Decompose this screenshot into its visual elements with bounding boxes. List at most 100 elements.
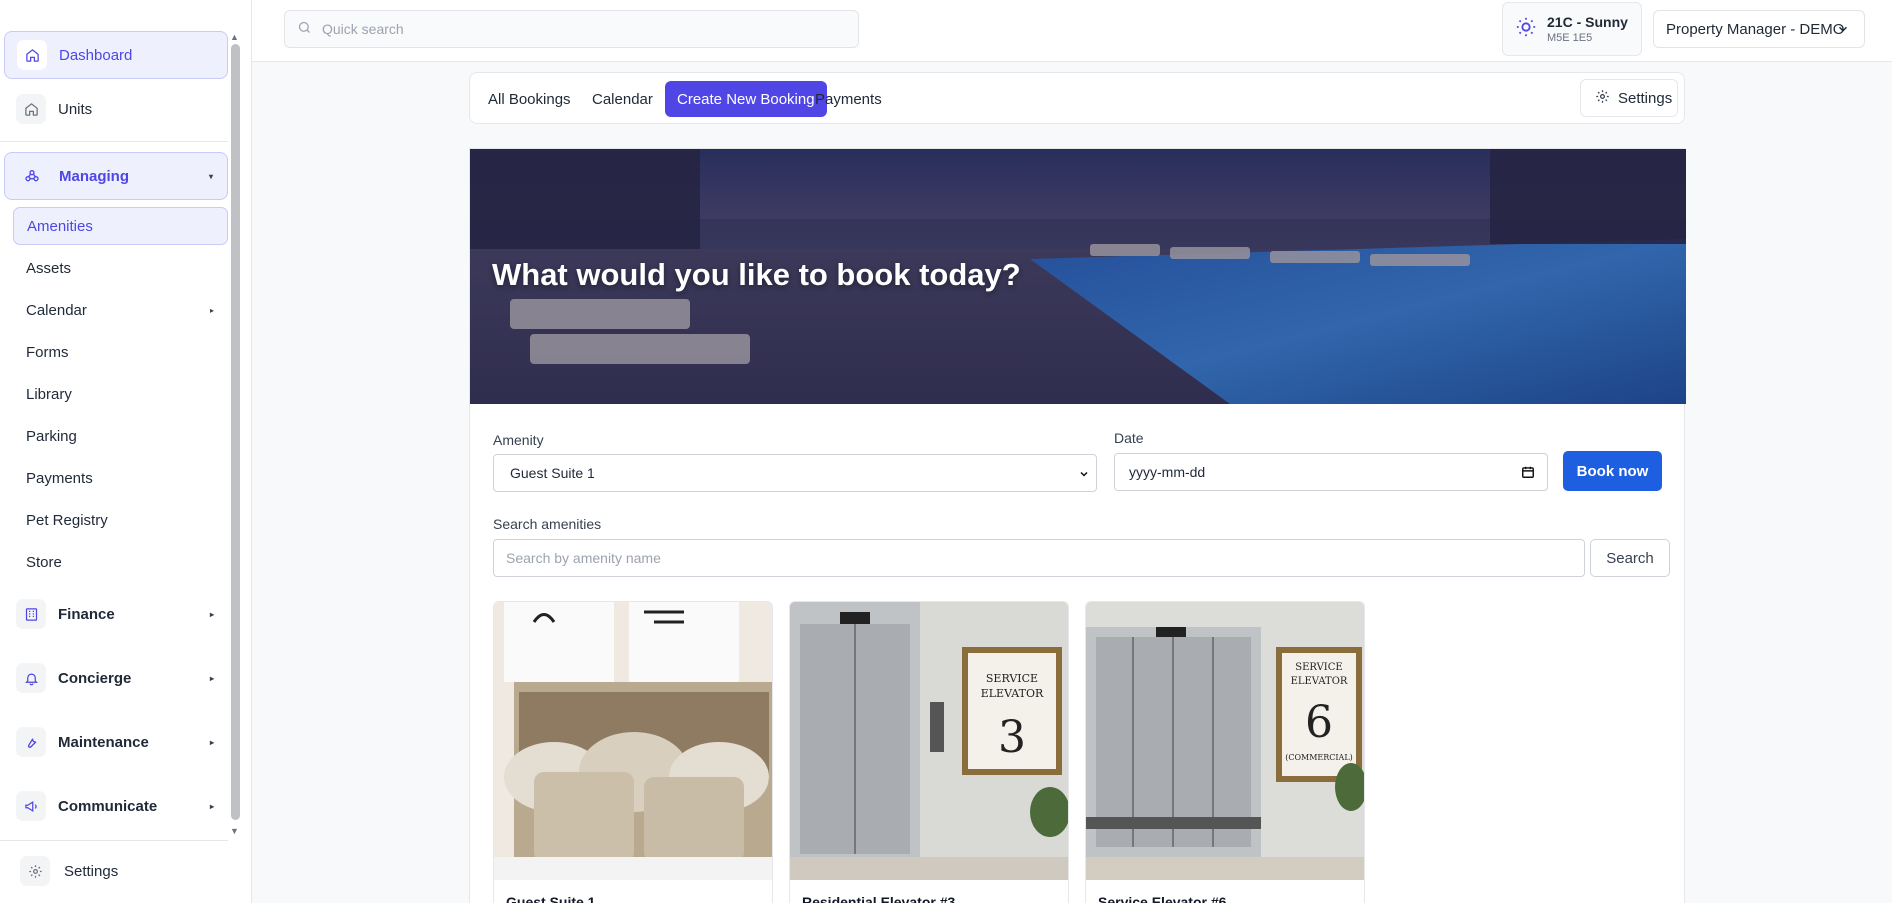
sidebar-item-label: Concierge bbox=[58, 669, 132, 687]
amenity-search-input[interactable]: Search by amenity name bbox=[493, 539, 1585, 577]
amenity-search-button[interactable]: Search bbox=[1590, 539, 1670, 577]
sidebar-subitem-forms[interactable]: Forms bbox=[13, 333, 228, 371]
amenity-card-name: Residential Elevator #3 bbox=[802, 894, 956, 903]
elevator-3-image: SERVICE ELEVATOR 3 bbox=[790, 602, 1068, 880]
sun-icon bbox=[1515, 16, 1537, 42]
sidebar-subitem-store[interactable]: Store bbox=[13, 543, 228, 581]
create-booking-card: What would you like to book today? Ameni… bbox=[469, 148, 1686, 903]
calendar-icon[interactable] bbox=[1521, 465, 1535, 482]
sidebar-item-label: Units bbox=[58, 100, 93, 118]
svg-text:ELEVATOR: ELEVATOR bbox=[981, 687, 1044, 700]
scroll-up-icon[interactable]: ▲ bbox=[230, 32, 239, 42]
sidebar-item-label: Dashboard bbox=[59, 46, 133, 64]
caret-right-icon: ▸ bbox=[209, 609, 214, 619]
gear-icon bbox=[1595, 89, 1610, 108]
sidebar-item-managing[interactable]: Managing ▾ bbox=[4, 152, 228, 200]
home-icon bbox=[17, 40, 47, 70]
amenity-label: Amenity bbox=[493, 432, 544, 448]
sidebar-divider bbox=[0, 840, 228, 841]
sidebar-subitem-label: Calendar bbox=[26, 301, 87, 319]
sidebar-subitem-amenities[interactable]: Amenities bbox=[13, 207, 228, 245]
caret-down-icon: ▾ bbox=[208, 171, 213, 181]
svg-text:SERVICE: SERVICE bbox=[986, 672, 1038, 685]
sidebar-subitem-label: Payments bbox=[26, 469, 93, 487]
svg-text:3: 3 bbox=[998, 712, 1026, 763]
book-now-button[interactable]: Book now bbox=[1563, 451, 1662, 491]
date-input-placeholder: yyyy-mm-dd bbox=[1129, 464, 1206, 480]
gear-icon bbox=[20, 856, 50, 886]
amenity-card[interactable]: SERVICE ELEVATOR 3 Residential Elevator … bbox=[789, 601, 1069, 903]
sidebar-subitem-parking[interactable]: Parking bbox=[13, 417, 228, 455]
sidebar-item-label: Maintenance bbox=[58, 733, 149, 751]
guest-suite-image bbox=[494, 602, 772, 880]
svg-text:6: 6 bbox=[1305, 697, 1333, 748]
sidebar-subitem-pet-registry[interactable]: Pet Registry bbox=[13, 501, 228, 539]
sidebar-item-units[interactable]: Units bbox=[4, 85, 228, 133]
caret-right-icon: ▸ bbox=[209, 673, 214, 683]
amenity-card-name: Service Elevator #6 bbox=[1098, 894, 1227, 903]
sidebar-nav: Dashboard Units Managing ▾ Amenities Ass… bbox=[0, 0, 240, 838]
weather-widget: 21C - Sunny M5E 1E5 bbox=[1502, 2, 1642, 56]
sidebar-subitem-label: Store bbox=[26, 553, 62, 571]
sidebar-item-dashboard[interactable]: Dashboard bbox=[4, 31, 228, 79]
booking-settings-label: Settings bbox=[1618, 89, 1673, 107]
sidebar-subitem-label: Library bbox=[26, 385, 72, 403]
wrench-icon bbox=[16, 727, 46, 757]
caret-right-icon: ▸ bbox=[209, 801, 214, 811]
amenity-select-value: Guest Suite 1 bbox=[510, 465, 595, 481]
sidebar-scrollbar[interactable] bbox=[231, 44, 240, 820]
sidebar-item-label: Finance bbox=[58, 605, 115, 623]
elevator-6-image: SERVICE ELEVATOR 6 (COMMERCIAL) bbox=[1086, 602, 1364, 880]
sidebar-subitem-payments[interactable]: Payments bbox=[13, 459, 228, 497]
sidebar-subitem-label: Pet Registry bbox=[26, 511, 108, 529]
svg-text:ELEVATOR: ELEVATOR bbox=[1291, 676, 1348, 687]
bell-icon bbox=[16, 663, 46, 693]
user-menu-label: Property Manager - DEMO bbox=[1666, 20, 1845, 38]
sidebar-item-label: Managing bbox=[59, 167, 129, 185]
sidebar-item-concierge[interactable]: Concierge ▸ bbox=[4, 654, 228, 702]
sidebar-subitem-library[interactable]: Library bbox=[13, 375, 228, 413]
sidebar-item-communicate[interactable]: Communicate ▸ bbox=[4, 782, 228, 830]
megaphone-icon bbox=[16, 791, 46, 821]
tab-all-bookings[interactable]: All Bookings bbox=[476, 81, 583, 117]
amenity-card[interactable]: SERVICE ELEVATOR 6 (COMMERCIAL) Service … bbox=[1085, 601, 1365, 903]
sidebar-subitem-assets[interactable]: Assets bbox=[13, 249, 228, 287]
sidebar-settings[interactable]: Settings bbox=[20, 856, 118, 886]
network-icon bbox=[17, 161, 47, 191]
scroll-down-icon[interactable]: ▼ bbox=[230, 826, 239, 836]
date-input[interactable]: yyyy-mm-dd bbox=[1114, 453, 1548, 491]
amenity-select[interactable]: Guest Suite 1 bbox=[493, 454, 1097, 492]
sidebar-item-maintenance[interactable]: Maintenance ▸ bbox=[4, 718, 228, 766]
user-menu-dropdown[interactable]: Property Manager - DEMO bbox=[1653, 10, 1865, 48]
amenity-card[interactable]: Guest Suite 1 bbox=[493, 601, 773, 903]
hero-banner: What would you like to book today? bbox=[470, 149, 1686, 404]
date-label: Date bbox=[1114, 430, 1144, 446]
weather-postal-code: M5E 1E5 bbox=[1547, 32, 1593, 44]
hero-title: What would you like to book today? bbox=[492, 257, 1021, 292]
svg-text:SERVICE: SERVICE bbox=[1295, 662, 1342, 673]
booking-settings-button[interactable]: Settings bbox=[1580, 79, 1678, 117]
chevron-down-icon bbox=[1836, 22, 1850, 40]
building-icon bbox=[16, 599, 46, 629]
amenity-card-name: Guest Suite 1 bbox=[506, 894, 596, 903]
sidebar-item-finance[interactable]: Finance ▸ bbox=[4, 590, 228, 638]
chevron-down-icon bbox=[1078, 467, 1090, 483]
sidebar-divider bbox=[0, 141, 228, 142]
tab-payments[interactable]: Payments bbox=[803, 81, 894, 117]
sidebar-subitem-label: Assets bbox=[26, 259, 72, 277]
tab-calendar[interactable]: Calendar bbox=[580, 81, 665, 117]
sidebar-subitem-label: Parking bbox=[26, 427, 77, 445]
search-icon bbox=[297, 20, 312, 39]
quick-search-input[interactable]: Quick search bbox=[284, 10, 859, 48]
sidebar-subitem-label: Amenities bbox=[27, 217, 93, 235]
sidebar-subitem-label: Forms bbox=[26, 343, 69, 361]
sidebar-subitem-calendar[interactable]: Calendar ▸ bbox=[13, 291, 228, 329]
quick-search-placeholder: Quick search bbox=[322, 21, 404, 37]
caret-right-icon: ▸ bbox=[209, 305, 214, 315]
sidebar-settings-label: Settings bbox=[64, 862, 119, 880]
sidebar: Dashboard Units Managing ▾ Amenities Ass… bbox=[0, 0, 252, 903]
weather-temp: 21C - Sunny bbox=[1547, 14, 1628, 30]
top-bar: Quick search 21C - Sunny M5E 1E5 Propert… bbox=[252, 0, 1892, 62]
caret-right-icon: ▸ bbox=[209, 737, 214, 747]
home-icon bbox=[16, 94, 46, 124]
